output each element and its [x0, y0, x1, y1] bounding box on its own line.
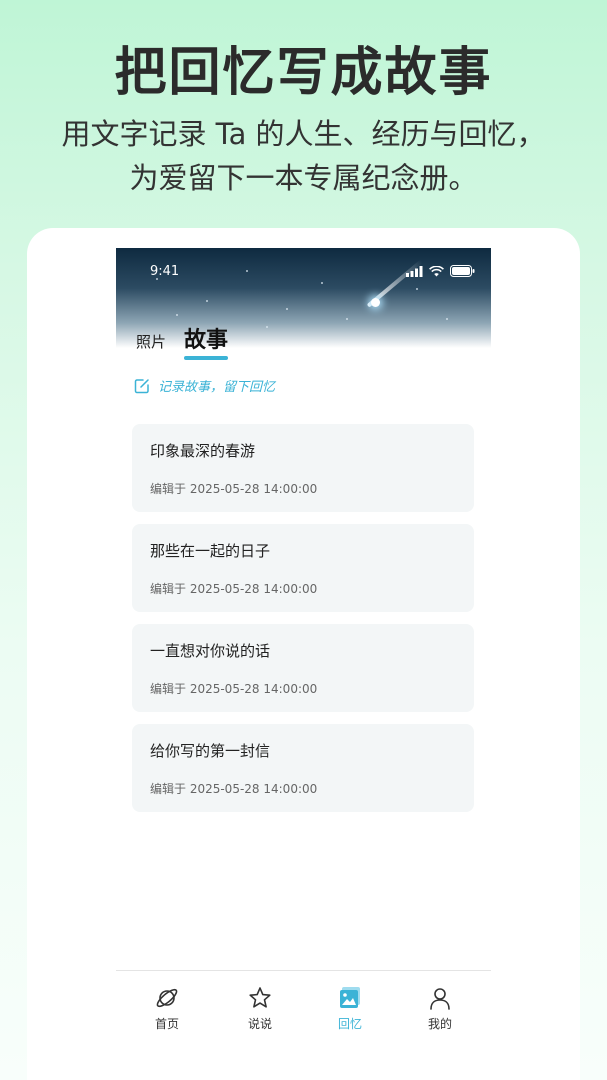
- story-edited-time: 编辑于 2025-05-28 14:00:00: [150, 582, 318, 596]
- promo-subtitle-line2: 为爱留下一本专属纪念册。: [129, 161, 478, 195]
- bottom-navigation: 首页 说说 回忆 我的: [116, 970, 491, 1048]
- story-edited-time: 编辑于 2025-05-28 14:00:00: [150, 482, 318, 496]
- story-title: 印象最深的春游: [150, 442, 256, 460]
- promo-title: 把回忆写成故事: [114, 43, 493, 103]
- signal-icon: [406, 265, 423, 277]
- phone-screen: 9:41 照片 故事 记录故事，留下回忆 印象最深的春游 编辑于 2025-05…: [116, 248, 491, 1048]
- story-card[interactable]: 印象最深的春游 编辑于 2025-05-28 14:00:00: [132, 424, 474, 512]
- promo-subtitle-line1: 用文字记录 Ta 的人生、经历与回忆，: [61, 117, 546, 151]
- story-title: 给你写的第一封信: [150, 742, 271, 760]
- tab-active-underline: [184, 356, 229, 360]
- photo-album-icon: [340, 987, 360, 1008]
- story-card[interactable]: 一直想对你说的话 编辑于 2025-05-28 14:00:00: [132, 624, 474, 712]
- write-story-prompt[interactable]: 记录故事，留下回忆: [134, 376, 275, 395]
- battery-icon: [450, 265, 475, 277]
- nav-item-profile-label: 我的: [427, 1017, 452, 1031]
- status-time: 9:41: [150, 264, 180, 279]
- star-icon: [249, 987, 271, 1008]
- story-title: 一直想对你说的话: [150, 642, 271, 660]
- wifi-icon: [429, 265, 444, 276]
- nav-item-memories[interactable]: 回忆: [320, 985, 380, 1032]
- story-card[interactable]: 给你写的第一封信 编辑于 2025-05-28 14:00:00: [132, 724, 474, 812]
- status-icons: [406, 265, 475, 277]
- nav-item-posts-label: 说说: [247, 1017, 272, 1031]
- nav-item-home-label: 首页: [154, 1017, 179, 1031]
- nav-item-memories-label: 回忆: [337, 1017, 362, 1031]
- nav-item-posts[interactable]: 说说: [230, 985, 290, 1032]
- tab-stories[interactable]: 故事: [184, 322, 229, 360]
- tab-stories-label: 故事: [184, 328, 229, 353]
- write-story-prompt-label: 记录故事，留下回忆: [158, 380, 276, 395]
- nav-item-home[interactable]: 首页: [137, 985, 197, 1032]
- tab-bar: 照片 故事: [136, 322, 229, 360]
- story-edited-time: 编辑于 2025-05-28 14:00:00: [150, 782, 318, 796]
- tab-photos[interactable]: 照片: [136, 331, 166, 360]
- comet-head-decoration: [371, 298, 380, 307]
- promo-subtitle: 用文字记录 Ta 的人生、经历与回忆， 为爱留下一本专属纪念册。: [0, 112, 607, 200]
- person-icon: [430, 988, 450, 1010]
- story-edited-time: 编辑于 2025-05-28 14:00:00: [150, 682, 318, 696]
- edit-icon: [134, 378, 149, 393]
- planet-icon: [156, 988, 178, 1008]
- story-title: 那些在一起的日子: [150, 542, 271, 560]
- nav-item-profile[interactable]: 我的: [410, 985, 470, 1032]
- story-card[interactable]: 那些在一起的日子 编辑于 2025-05-28 14:00:00: [132, 524, 474, 612]
